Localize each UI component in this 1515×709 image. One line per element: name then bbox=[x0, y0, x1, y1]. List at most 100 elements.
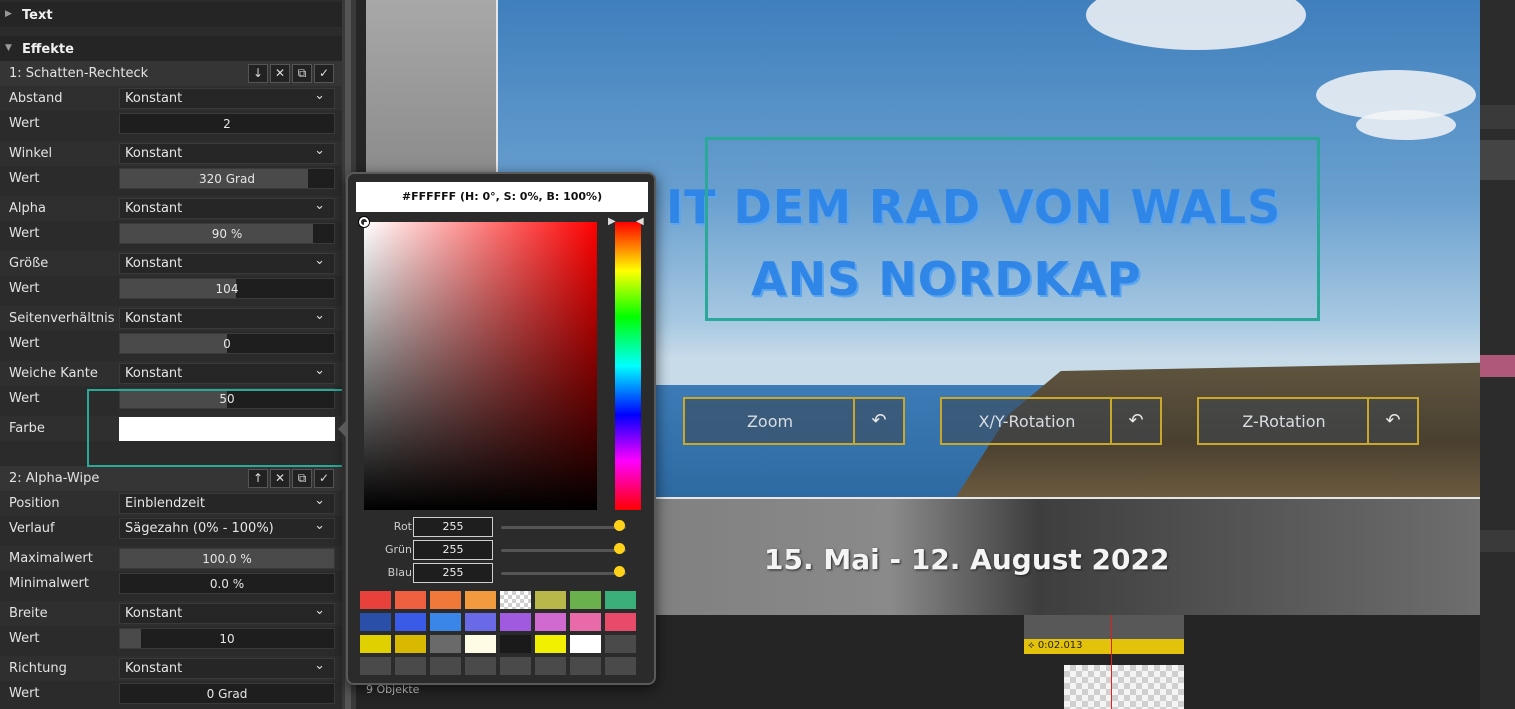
color-swatch[interactable] bbox=[605, 591, 636, 609]
channel-slider[interactable] bbox=[501, 526, 626, 529]
color-swatch[interactable] bbox=[395, 657, 426, 675]
color-swatch[interactable] bbox=[500, 591, 531, 609]
hex-display[interactable]: #FFFFFF (H: 0°, S: 0%, B: 100%) bbox=[356, 182, 648, 212]
mode-dropdown[interactable]: Konstant ⌄ bbox=[119, 603, 335, 624]
color-swatch[interactable] bbox=[500, 657, 531, 675]
slider-knob[interactable] bbox=[614, 520, 625, 531]
property-row: Wert 0 bbox=[0, 331, 342, 356]
enable-check-icon[interactable]: ✓ bbox=[314, 64, 334, 83]
color-swatch[interactable] bbox=[430, 613, 461, 631]
value-slider[interactable]: 320 Grad bbox=[119, 168, 335, 189]
property-label: Abstand bbox=[9, 91, 63, 106]
xy-rotation-button[interactable]: X/Y-Rotation ↶ bbox=[940, 397, 1162, 445]
mode-dropdown[interactable]: Sägezahn (0% - 100%) ⌄ bbox=[119, 518, 335, 539]
color-swatch[interactable] bbox=[570, 613, 601, 631]
color-swatch[interactable] bbox=[535, 591, 566, 609]
value-slider[interactable]: 0.0 % bbox=[119, 573, 335, 594]
hue-marker-left-icon[interactable]: ▶ bbox=[608, 216, 616, 227]
copy-icon[interactable]: ⧉ bbox=[292, 64, 312, 83]
value-slider[interactable]: 0 Grad bbox=[119, 683, 335, 704]
color-swatch[interactable] bbox=[500, 635, 531, 653]
saturation-brightness-field[interactable] bbox=[364, 222, 597, 510]
color-swatch[interactable] bbox=[500, 613, 531, 631]
zoom-button[interactable]: Zoom ↶ bbox=[683, 397, 905, 445]
color-swatch[interactable] bbox=[605, 635, 636, 653]
slider-knob[interactable] bbox=[614, 566, 625, 577]
value-slider[interactable]: 90 % bbox=[119, 223, 335, 244]
move-up-icon[interactable]: ↑ bbox=[248, 469, 268, 488]
waveform bbox=[1480, 140, 1515, 180]
mode-dropdown[interactable]: Konstant ⌄ bbox=[119, 143, 335, 164]
mode-dropdown[interactable]: Konstant ⌄ bbox=[119, 308, 335, 329]
move-down-icon[interactable]: ↓ bbox=[248, 64, 268, 83]
channel-label: Rot bbox=[393, 520, 412, 533]
color-swatch[interactable] bbox=[605, 657, 636, 675]
color-swatch[interactable] bbox=[570, 591, 601, 609]
value-slider[interactable]: 104 bbox=[119, 278, 335, 299]
color-swatch[interactable] bbox=[360, 613, 391, 631]
enable-check-icon[interactable]: ✓ bbox=[314, 469, 334, 488]
z-rotation-button[interactable]: Z-Rotation ↶ bbox=[1197, 397, 1419, 445]
mode-dropdown[interactable]: Konstant ⌄ bbox=[119, 198, 335, 219]
color-swatch[interactable] bbox=[465, 613, 496, 631]
color-swatch[interactable] bbox=[395, 635, 426, 653]
copy-icon[interactable]: ⧉ bbox=[292, 469, 312, 488]
channel-input[interactable]: 255 bbox=[413, 563, 493, 583]
color-swatch[interactable] bbox=[570, 657, 601, 675]
delete-icon[interactable]: ✕ bbox=[270, 64, 290, 83]
dropdown-value: Konstant bbox=[125, 661, 183, 676]
chevron-down-icon: ⌄ bbox=[314, 363, 325, 378]
color-swatch[interactable] bbox=[465, 657, 496, 675]
hue-marker-right-icon[interactable]: ◀ bbox=[636, 216, 644, 227]
color-swatch[interactable] bbox=[360, 635, 391, 653]
delete-icon[interactable]: ✕ bbox=[270, 469, 290, 488]
color-swatch[interactable] bbox=[395, 613, 426, 631]
thumbnail[interactable] bbox=[1064, 665, 1184, 709]
color-swatch[interactable] bbox=[360, 657, 391, 675]
channel-slider[interactable] bbox=[501, 572, 626, 575]
hue-slider[interactable] bbox=[615, 222, 641, 510]
color-swatch[interactable] bbox=[535, 635, 566, 653]
value-slider[interactable]: 100.0 % bbox=[119, 548, 335, 569]
channel-input[interactable]: 255 bbox=[413, 540, 493, 560]
color-swatch[interactable] bbox=[360, 591, 391, 609]
color-swatch[interactable] bbox=[535, 613, 566, 631]
mode-dropdown[interactable]: Konstant ⌄ bbox=[119, 253, 335, 274]
undo-icon[interactable]: ↶ bbox=[1367, 399, 1417, 443]
value-slider[interactable]: 0 bbox=[119, 333, 335, 354]
track-block bbox=[1480, 530, 1515, 552]
color-swatch[interactable] bbox=[395, 591, 426, 609]
playhead[interactable] bbox=[1111, 615, 1112, 709]
mode-dropdown[interactable]: Konstant ⌄ bbox=[119, 363, 335, 384]
undo-icon[interactable]: ↶ bbox=[853, 399, 903, 443]
slider-knob[interactable] bbox=[614, 543, 625, 554]
property-label: Minimalwert bbox=[9, 576, 89, 591]
sv-cursor[interactable] bbox=[359, 217, 369, 227]
color-swatch[interactable] bbox=[535, 657, 566, 675]
slider-value: 104 bbox=[215, 282, 239, 296]
value-slider[interactable]: 2 bbox=[119, 113, 335, 134]
value-slider[interactable]: 10 bbox=[119, 628, 335, 649]
property-label: Winkel bbox=[9, 146, 53, 161]
color-swatch[interactable] bbox=[465, 635, 496, 653]
property-label: Alpha bbox=[9, 201, 46, 216]
section-effekte[interactable]: ▼ Effekte bbox=[0, 36, 342, 61]
effect-header-1: 1: Schatten-Rechteck ↓ ✕ ⧉ ✓ bbox=[0, 61, 342, 86]
color-swatch[interactable] bbox=[570, 635, 601, 653]
color-swatch[interactable] bbox=[430, 657, 461, 675]
title-bounding-box[interactable] bbox=[705, 137, 1320, 321]
channel-input[interactable]: 255 bbox=[413, 517, 493, 537]
mode-dropdown[interactable]: Einblendzeit ⌄ bbox=[119, 493, 335, 514]
mode-dropdown[interactable]: Konstant ⌄ bbox=[119, 88, 335, 109]
color-swatch[interactable] bbox=[605, 613, 636, 631]
color-swatch-field[interactable] bbox=[119, 417, 335, 441]
undo-icon[interactable]: ↶ bbox=[1110, 399, 1160, 443]
color-swatch[interactable] bbox=[430, 635, 461, 653]
channel-slider[interactable] bbox=[501, 549, 626, 552]
mode-dropdown[interactable]: Konstant ⌄ bbox=[119, 658, 335, 679]
color-picker-popup[interactable]: #FFFFFF (H: 0°, S: 0%, B: 100%) ▶ ◀ Rot 2… bbox=[338, 172, 656, 685]
color-swatch[interactable] bbox=[430, 591, 461, 609]
color-swatch[interactable] bbox=[465, 591, 496, 609]
section-text[interactable]: ▶ Text bbox=[0, 2, 342, 27]
expanded-triangle-icon: ▼ bbox=[5, 43, 12, 53]
